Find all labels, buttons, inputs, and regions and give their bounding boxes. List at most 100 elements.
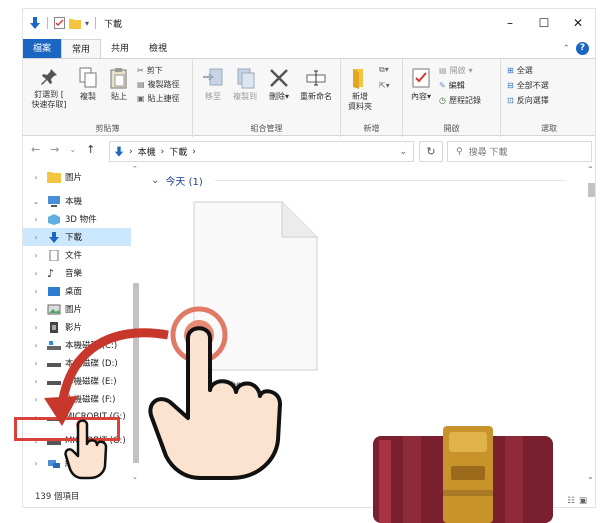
move-to-button[interactable]: 移至 xyxy=(199,67,227,102)
scroll-up-icon[interactable]: ⌃ xyxy=(587,165,594,174)
nav-pane-scroll-thumb[interactable] xyxy=(133,283,139,463)
nav-item-downloads[interactable]: › 下載 xyxy=(23,228,131,246)
scroll-up-icon[interactable]: ⌃ xyxy=(132,165,138,173)
nav-item-desktop[interactable]: › 桌面 xyxy=(23,282,131,300)
nav-item-this-pc[interactable]: ⌄ 本機 xyxy=(23,192,131,210)
expand-chevron-icon[interactable]: › xyxy=(31,459,41,468)
properties-label: 內容 xyxy=(410,92,427,101)
recent-dropdown-icon[interactable]: ⌄ xyxy=(69,143,76,157)
file-name-label[interactable]: hex xyxy=(231,380,246,389)
maximize-button[interactable]: ☐ xyxy=(527,9,561,37)
expand-chevron-icon[interactable]: › xyxy=(31,377,41,386)
nav-item-pictures-quick[interactable]: › 圖片 xyxy=(23,168,131,186)
delete-button[interactable]: 刪除▾ xyxy=(265,67,293,102)
new-folder-button[interactable]: 新增 資料夾 xyxy=(345,67,375,112)
cut-button[interactable]: ✂ 剪下 xyxy=(137,65,163,76)
copy-to-label: 複製到 xyxy=(233,92,257,101)
up-arrow-icon[interactable]: ↑ xyxy=(86,143,95,157)
expand-chevron-icon[interactable]: › xyxy=(31,233,41,242)
group-header-earlier[interactable]: ⌄ xyxy=(151,403,159,414)
organize-group: 移至 複製到 刪除▾ 重新命名 組合管理 xyxy=(193,59,341,137)
tab-view[interactable]: 檢視 xyxy=(139,39,177,59)
pin-quick-access-button[interactable]: 釘選到 [ 快速存取] xyxy=(29,67,69,110)
copy-to-button[interactable]: 複製到 xyxy=(229,67,261,102)
history-button[interactable]: ◷ 歷程記錄 xyxy=(439,95,481,106)
collapse-ribbon-icon[interactable]: ⌃ xyxy=(562,44,570,54)
expand-chevron-icon[interactable]: › xyxy=(31,269,41,278)
nav-item-drive-d[interactable]: › 本機磁碟 (D:) xyxy=(23,354,131,372)
nav-item-drive-f[interactable]: › 本機磁碟 (F:) xyxy=(23,390,131,408)
nav-pane-scrollbar[interactable]: ⌃ ⌄ xyxy=(131,165,141,481)
download-arrow-icon[interactable] xyxy=(29,16,41,30)
details-view-icon[interactable]: ☷ xyxy=(567,491,575,511)
select-none-button[interactable]: ⊟ 全部不選 xyxy=(507,80,549,91)
copy-button[interactable]: 複製 xyxy=(73,67,103,102)
hex-file-icon[interactable] xyxy=(193,201,318,371)
properties-check-icon[interactable] xyxy=(54,17,65,29)
expand-chevron-icon[interactable]: › xyxy=(31,341,41,350)
group-header-today[interactable]: ⌄ 今天 (1) xyxy=(151,173,203,188)
nav-item-network[interactable]: › 網路 xyxy=(23,454,131,472)
help-icon[interactable]: ? xyxy=(576,42,589,55)
search-box[interactable]: ⚲ 搜尋 下載 xyxy=(447,141,592,162)
network-icon xyxy=(48,459,60,468)
address-dropdown-icon[interactable]: ⌄ xyxy=(399,147,407,157)
close-button[interactable]: ✕ xyxy=(561,9,595,37)
rename-button[interactable]: 重新命名 xyxy=(295,67,337,102)
tab-home[interactable]: 常用 xyxy=(61,39,102,59)
tab-file[interactable]: 檔案 xyxy=(23,39,62,59)
tab-share[interactable]: 共用 xyxy=(101,39,139,59)
qat-dropdown-icon[interactable]: ▾ xyxy=(85,19,89,28)
address-bar[interactable]: › 本機 › 下載 › ⌄ xyxy=(109,141,414,162)
easy-access-button[interactable]: ⇱▾ xyxy=(379,81,390,90)
expand-chevron-icon[interactable]: › xyxy=(31,359,41,368)
back-arrow-icon[interactable]: ← xyxy=(31,143,40,157)
breadcrumb-this-pc[interactable]: 本機 xyxy=(138,145,156,158)
select-none-label: 全部不選 xyxy=(516,81,549,90)
refresh-button[interactable]: ↻ xyxy=(419,141,443,162)
new-folder-icon[interactable] xyxy=(69,18,81,29)
expand-chevron-icon[interactable]: › xyxy=(31,305,41,314)
scroll-down-icon[interactable]: ⌄ xyxy=(587,472,594,481)
invert-selection-button[interactable]: ⊡ 反向選擇 xyxy=(507,95,549,106)
select-all-button[interactable]: ⊞ 全選 xyxy=(507,65,533,76)
paste-button[interactable]: 貼上 xyxy=(105,67,133,102)
properties-button[interactable]: 內容▾ xyxy=(407,67,435,102)
edit-button[interactable]: ✎ 編輯 xyxy=(439,80,465,91)
nav-item-music[interactable]: › ♪ 音樂 xyxy=(23,264,131,282)
copy-path-icon: ▤ xyxy=(137,80,145,89)
expand-chevron-icon[interactable]: › xyxy=(31,323,41,332)
nav-item-3d-objects[interactable]: › 3D 物件 xyxy=(23,210,131,228)
nav-item-documents[interactable]: › 文件 xyxy=(23,246,131,264)
large-icons-view-icon[interactable]: ▣ xyxy=(579,491,587,511)
paste-shortcut-button[interactable]: ▣ 貼上捷徑 xyxy=(137,93,180,104)
search-icon: ⚲ xyxy=(456,146,463,157)
nav-item-label: 下載 xyxy=(65,233,83,243)
quick-access-toolbar: ▾ xyxy=(23,16,98,30)
select-group: ⊞ 全選 ⊟ 全部不選 ⊡ 反向選擇 選取 xyxy=(501,59,597,137)
scroll-down-icon[interactable]: ⌄ xyxy=(132,473,138,481)
expand-chevron-icon[interactable]: › xyxy=(31,287,41,296)
expand-chevron-icon[interactable]: › xyxy=(31,173,41,182)
rename-icon xyxy=(306,70,326,86)
minimize-button[interactable]: – xyxy=(493,9,527,37)
breadcrumb-downloads[interactable]: 下載 xyxy=(169,145,187,158)
expand-chevron-icon[interactable]: › xyxy=(31,395,41,404)
open-button[interactable]: ▤ 開啟 ▾ xyxy=(439,65,473,76)
nav-item-pictures[interactable]: › 圖片 xyxy=(23,300,131,318)
collapse-chevron-icon[interactable]: ⌄ xyxy=(31,197,41,206)
new-item-button[interactable]: ⧉▾ xyxy=(379,65,389,75)
group-collapse-icon[interactable]: ⌄ xyxy=(151,403,159,414)
group-collapse-icon[interactable]: ⌄ xyxy=(151,175,159,186)
nav-item-drive-c[interactable]: › 本機磁碟 (C:) xyxy=(23,336,131,354)
nav-item-videos[interactable]: › 影片 xyxy=(23,318,131,336)
copy-path-button[interactable]: ▤ 複製路徑 xyxy=(137,79,180,90)
expand-chevron-icon[interactable]: › xyxy=(31,215,41,224)
content-scroll-thumb[interactable] xyxy=(588,183,595,197)
expand-chevron-icon[interactable]: › xyxy=(31,251,41,260)
content-scrollbar[interactable]: ⌃ ⌄ xyxy=(585,165,597,481)
forward-arrow-icon[interactable]: → xyxy=(50,143,59,157)
new-group-label: 新增 xyxy=(363,124,380,133)
nav-item-drive-e[interactable]: › 本機磁碟 (E:) xyxy=(23,372,131,390)
properties-dropdown-icon: ▾ xyxy=(426,92,431,101)
